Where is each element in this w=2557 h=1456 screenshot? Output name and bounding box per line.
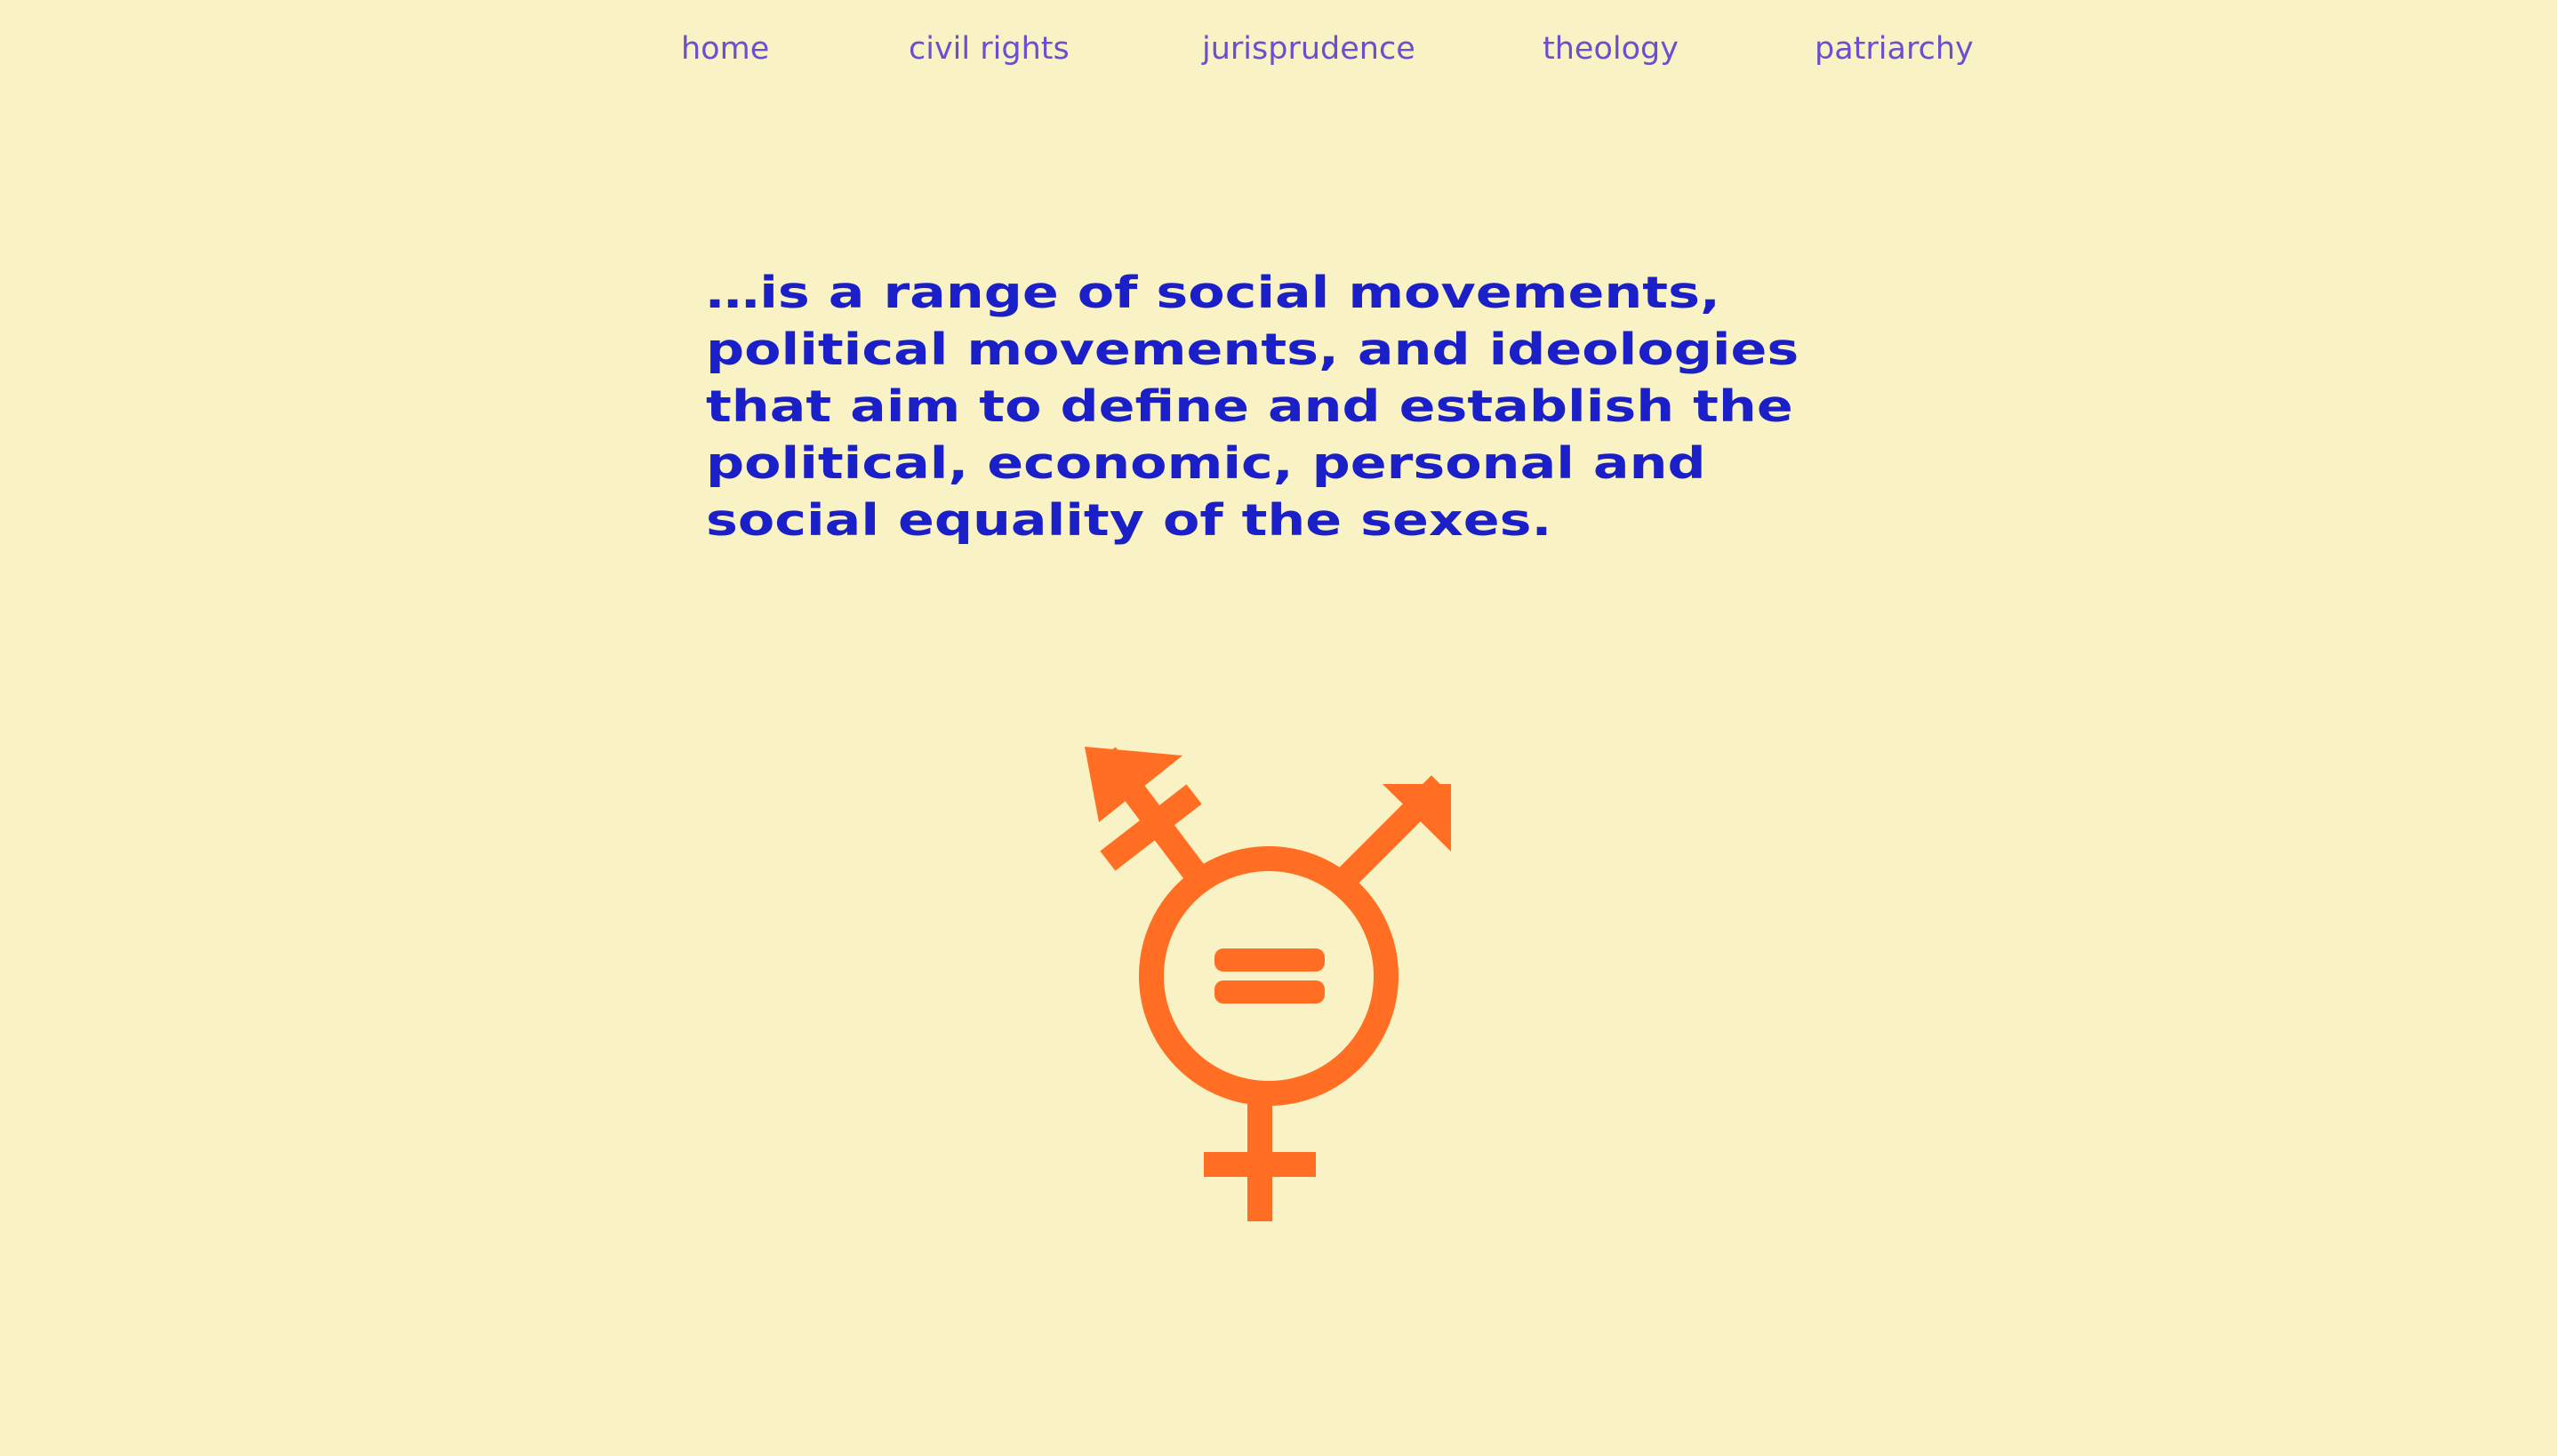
nav-link-home[interactable]: home [681, 27, 769, 71]
nav-link-civil-rights[interactable]: civil rights [909, 27, 1070, 71]
definition-line: …is a range of social movements, [706, 268, 1720, 318]
nav-link-patriarchy[interactable]: patriarchy [1815, 27, 1974, 71]
definition-line: political, economic, personal and [706, 438, 1706, 489]
definition-line: social equality of the sexes. [706, 495, 1552, 546]
nav-link-theology[interactable]: theology [1543, 27, 1679, 71]
definition-text: …is a range of social movements, politic… [706, 265, 2280, 549]
top-navigation: home civil rights jurisprudence theology… [0, 27, 2557, 71]
definition-line: political movements, and ideologies [706, 324, 1800, 375]
definition-line: that aim to define and establish the [706, 381, 1793, 432]
nav-link-jurisprudence[interactable]: jurisprudence [1202, 27, 1415, 71]
gender-equality-symbol-icon [1085, 747, 1451, 1221]
